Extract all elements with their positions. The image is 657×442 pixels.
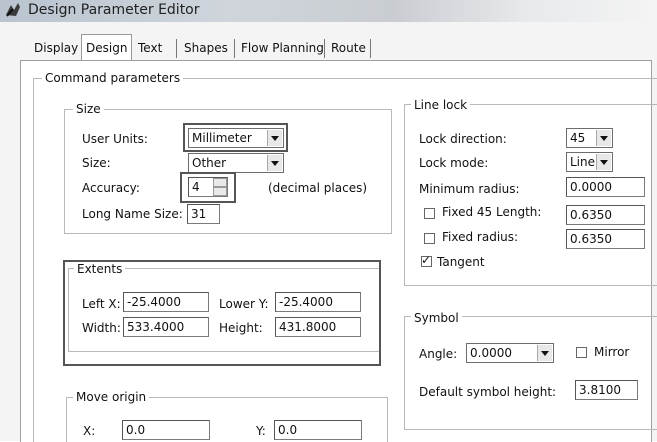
tab-separator (176, 39, 177, 58)
tab-separator (234, 39, 235, 58)
tab-route[interactable]: Route (327, 38, 370, 60)
fixed-radius-value: 0.6350 (570, 232, 612, 246)
fixed-45-length-checkbox[interactable] (424, 208, 435, 219)
width-input[interactable]: 533.4000 (123, 317, 209, 337)
accuracy-label: Accuracy: (82, 181, 140, 195)
height-label: Height: (219, 321, 263, 335)
left-x-input[interactable]: -25.4000 (123, 292, 209, 312)
angle-label: Angle: (419, 347, 458, 361)
chevron-down-icon[interactable] (596, 154, 611, 170)
angle-value: 0.0000 (470, 346, 512, 360)
origin-y-label: Y: (256, 424, 266, 438)
lock-mode-select[interactable]: Line (566, 152, 613, 172)
fixed-radius-label: Fixed radius: (442, 230, 519, 244)
lock-direction-label: Lock direction: (419, 132, 507, 146)
tab-display[interactable]: Display (30, 38, 82, 60)
highlight-box (63, 260, 381, 366)
tab-shapes[interactable]: Shapes (180, 38, 232, 60)
title-bar: Design Parameter Editor (0, 0, 657, 22)
chevron-down-icon[interactable] (267, 155, 282, 171)
long-name-size-value: 31 (191, 207, 207, 221)
tab-separator (324, 39, 325, 58)
default-symbol-height-input[interactable]: 3.8100 (575, 380, 638, 400)
size-select[interactable]: Other (188, 153, 284, 173)
chevron-down-icon[interactable] (537, 345, 552, 361)
lower-y-input[interactable]: -25.4000 (275, 292, 361, 312)
size-label: Size: (82, 156, 111, 170)
tab-text[interactable]: Text (134, 38, 166, 60)
chevron-down-icon[interactable] (596, 130, 611, 146)
tangent-checkbox[interactable]: ✓ (421, 253, 432, 267)
height-input[interactable]: 431.8000 (275, 317, 361, 337)
default-symbol-height-value: 3.8100 (579, 383, 621, 397)
fixed-radius-checkbox[interactable] (424, 233, 435, 244)
origin-x-label: X: (83, 424, 96, 438)
lower-y-label: Lower Y: (219, 297, 269, 311)
tangent-label: Tangent (437, 255, 485, 269)
height-value: 431.8000 (279, 320, 337, 334)
lower-y-value: -25.4000 (279, 295, 333, 309)
tab-design[interactable]: Design (81, 34, 133, 61)
size-legend: Size (73, 102, 104, 116)
size-value: Other (192, 156, 227, 170)
minimum-radius-label: Minimum radius: (419, 182, 520, 196)
tab-flow-planning[interactable]: Flow Planning (237, 38, 328, 60)
move-origin-legend: Move origin (73, 390, 150, 404)
origin-x-input[interactable]: 0.0 (122, 420, 210, 440)
app-icon (6, 3, 20, 17)
lock-direction-value: 45 (570, 131, 586, 145)
origin-y-input[interactable]: 0.0 (274, 420, 362, 440)
symbol-legend: Symbol (411, 311, 462, 325)
line-lock-legend: Line lock (411, 98, 471, 112)
highlight-box (183, 123, 288, 152)
origin-y-value: 0.0 (278, 423, 298, 437)
long-name-size-label: Long Name Size: (82, 207, 183, 221)
left-x-value: -25.4000 (127, 295, 181, 309)
command-parameters-legend: Command parameters (42, 71, 184, 85)
minimum-radius-value: 0.0000 (570, 180, 612, 194)
width-value: 533.4000 (127, 320, 185, 334)
highlight-box (180, 172, 236, 203)
tab-separator (370, 39, 371, 58)
checkmark-icon: ✓ (421, 253, 432, 267)
left-x-label: Left X: (82, 297, 121, 311)
accuracy-suffix: (decimal places) (268, 181, 368, 195)
mirror-checkbox[interactable] (576, 347, 587, 358)
lock-direction-select[interactable]: 45 (566, 128, 613, 148)
minimum-radius-input[interactable]: 0.0000 (566, 177, 645, 197)
fixed-45-length-input[interactable]: 0.6350 (566, 205, 645, 225)
fixed-45-length-label: Fixed 45 Length: (442, 205, 542, 219)
lock-mode-value: Line (570, 155, 596, 169)
angle-select[interactable]: 0.0000 (466, 343, 554, 363)
long-name-size-input[interactable]: 31 (187, 204, 220, 224)
default-symbol-height-label: Default symbol height: (419, 385, 557, 399)
fixed-radius-input[interactable]: 0.6350 (566, 229, 645, 249)
lock-mode-label: Lock mode: (419, 156, 489, 170)
symbol-group (404, 316, 657, 430)
fixed-45-length-value: 0.6350 (570, 208, 612, 222)
width-label: Width: (82, 321, 121, 335)
mirror-label: Mirror (594, 345, 630, 359)
window-title: Design Parameter Editor (28, 2, 200, 18)
user-units-label: User Units: (82, 132, 148, 146)
origin-x-value: 0.0 (126, 423, 146, 437)
